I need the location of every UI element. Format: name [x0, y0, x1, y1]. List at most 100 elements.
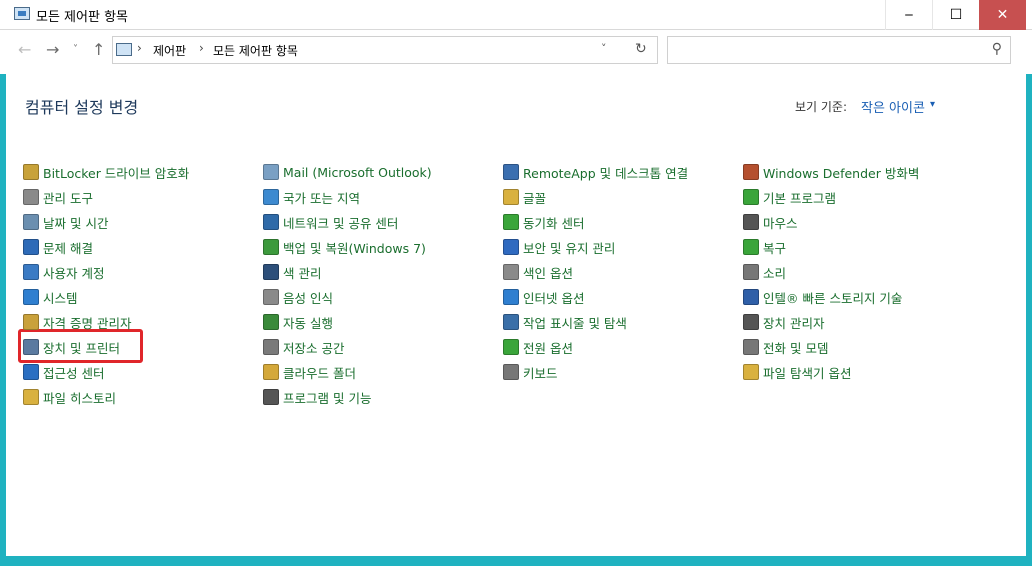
control-panel-item[interactable]: Mail (Microsoft Outlook) [263, 162, 432, 182]
back-arrow-icon[interactable]: ← [18, 40, 31, 59]
control-panel-item[interactable]: 국가 또는 지역 [263, 187, 360, 207]
control-panel-item[interactable]: 작업 표시줄 및 탐색 [503, 312, 627, 332]
control-panel-item-label[interactable]: 장치 관리자 [763, 313, 824, 332]
control-panel-item-label[interactable]: 저장소 공간 [283, 338, 344, 357]
control-panel-item-label[interactable]: 프로그램 및 기능 [283, 388, 371, 407]
control-panel-item[interactable]: 시스템 [23, 287, 78, 307]
control-panel-item-label[interactable]: Mail (Microsoft Outlook) [283, 165, 432, 180]
control-panel-item-label[interactable]: 키보드 [523, 363, 558, 382]
control-panel-item[interactable]: 색인 옵션 [503, 262, 573, 282]
control-panel-item-label[interactable]: 사용자 계정 [43, 263, 104, 282]
control-panel-item-label[interactable]: 작업 표시줄 및 탐색 [523, 313, 627, 332]
control-panel-item[interactable]: RemoteApp 및 데스크톱 연결 [503, 162, 688, 182]
control-panel-item-label[interactable]: 마우스 [763, 213, 798, 232]
control-panel-item-label[interactable]: 파일 탐색기 옵션 [763, 363, 851, 382]
control-panel-item-label[interactable]: 색인 옵션 [523, 263, 573, 282]
control-panel-item-label[interactable]: 전화 및 모뎀 [763, 338, 828, 357]
control-panel-item-label[interactable]: 복구 [763, 238, 786, 257]
chevron-down-icon[interactable]: ▾ [930, 99, 935, 110]
control-panel-item[interactable]: BitLocker 드라이브 암호화 [23, 162, 189, 182]
control-panel-item-label[interactable]: 동기화 센터 [523, 213, 584, 232]
control-panel-item[interactable]: 소리 [743, 262, 786, 282]
control-panel-item-label[interactable]: 클라우드 폴더 [283, 363, 356, 382]
control-panel-item-label[interactable]: 날짜 및 시간 [43, 213, 108, 232]
control-panel-item-label[interactable]: 자동 실행 [283, 313, 333, 332]
search-input[interactable]: ⚲ [667, 36, 1011, 64]
control-panel-item[interactable]: 보안 및 유지 관리 [503, 237, 615, 257]
control-panel-item-label[interactable]: Windows Defender 방화벽 [763, 163, 919, 182]
control-panel-item-label[interactable]: 글꼴 [523, 188, 546, 207]
maximize-button[interactable]: ☐ [932, 0, 979, 30]
breadcrumb-separator-icon[interactable]: › [137, 41, 142, 55]
bitlocker-icon [23, 164, 39, 180]
control-panel-item[interactable]: 문제 해결 [23, 237, 93, 257]
control-panel-item[interactable]: 백업 및 복원(Windows 7) [263, 237, 426, 257]
control-panel-item[interactable]: 사용자 계정 [23, 262, 104, 282]
control-panel-item[interactable]: 날짜 및 시간 [23, 212, 108, 232]
address-bar[interactable]: › 제어판 › 모든 제어판 항목 ˅ ↻ [112, 36, 658, 64]
control-panel-item[interactable]: 기본 프로그램 [743, 187, 836, 207]
control-panel-item-label[interactable]: 백업 및 복원(Windows 7) [283, 238, 426, 257]
control-panel-item[interactable]: Windows Defender 방화벽 [743, 162, 919, 182]
control-panel-item-label[interactable]: RemoteApp 및 데스크톱 연결 [523, 163, 688, 182]
control-panel-item-label[interactable]: 파일 히스토리 [43, 388, 116, 407]
breadcrumb-separator-icon[interactable]: › [199, 41, 204, 55]
control-panel-item-label[interactable]: 인터넷 옵션 [523, 288, 584, 307]
control-panel-item[interactable]: 장치 관리자 [743, 312, 824, 332]
control-panel-item-label[interactable]: 네트워크 및 공유 센터 [283, 213, 398, 232]
internet-icon [503, 289, 519, 305]
chevron-down-icon[interactable]: ˅ [601, 42, 607, 55]
close-button[interactable]: ✕ [979, 0, 1026, 30]
control-panel-item-label[interactable]: BitLocker 드라이브 암호화 [43, 163, 189, 182]
control-panel-item[interactable]: 파일 히스토리 [23, 387, 116, 407]
control-panel-item-label[interactable]: 전원 옵션 [523, 338, 573, 357]
control-panel-item[interactable]: 네트워크 및 공유 센터 [263, 212, 398, 232]
minimize-button[interactable]: ‒ [885, 0, 932, 30]
control-panel-item-label[interactable]: 인텔® 빠른 스토리지 기술 [763, 288, 902, 307]
control-panel-item-label[interactable]: 색 관리 [283, 263, 321, 282]
control-panel-item[interactable]: 전화 및 모뎀 [743, 337, 828, 357]
control-panel-item[interactable]: 색 관리 [263, 262, 321, 282]
control-panel-item-label[interactable]: 접근성 센터 [43, 363, 104, 382]
recent-locations-icon[interactable]: ˅ [73, 44, 78, 55]
control-panel-item-label[interactable]: 관리 도구 [43, 188, 93, 207]
control-panel-item[interactable]: 프로그램 및 기능 [263, 387, 371, 407]
control-panel-item[interactable]: 인터넷 옵션 [503, 287, 584, 307]
control-panel-item-label[interactable]: 자격 증명 관리자 [43, 313, 131, 332]
control-panel-item[interactable]: 관리 도구 [23, 187, 93, 207]
control-panel-item-label[interactable]: 음성 인식 [283, 288, 333, 307]
up-arrow-icon[interactable]: ↑ [92, 40, 105, 59]
control-panel-item-label[interactable]: 시스템 [43, 288, 78, 307]
control-panel-item[interactable]: 자동 실행 [263, 312, 333, 332]
control-panel-icon [116, 43, 132, 56]
control-panel-item[interactable]: 동기화 센터 [503, 212, 584, 232]
control-panel-item[interactable]: 전원 옵션 [503, 337, 573, 357]
control-panel-item-label[interactable]: 국가 또는 지역 [283, 188, 360, 207]
folder-options-icon [743, 364, 759, 380]
control-panel-item[interactable]: 저장소 공간 [263, 337, 344, 357]
control-panel-item[interactable]: 자격 증명 관리자 [23, 312, 131, 332]
control-panel-item[interactable]: 장치 및 프린터 [23, 337, 120, 357]
control-panel-item[interactable]: 키보드 [503, 362, 558, 382]
breadcrumb-control-panel[interactable]: 제어판 [153, 42, 186, 59]
breadcrumb-all-items[interactable]: 모든 제어판 항목 [213, 42, 298, 59]
control-panel-item[interactable]: 클라우드 폴더 [263, 362, 356, 382]
control-panel-item[interactable]: 복구 [743, 237, 786, 257]
view-by-dropdown[interactable]: 작은 아이콘 [861, 97, 925, 116]
search-icon[interactable]: ⚲ [992, 41, 1002, 57]
programs-icon [263, 389, 279, 405]
control-panel-item[interactable]: 파일 탐색기 옵션 [743, 362, 851, 382]
control-panel-item[interactable]: 인텔® 빠른 스토리지 기술 [743, 287, 902, 307]
forward-arrow-icon[interactable]: → [46, 40, 59, 59]
control-panel-item-label[interactable]: 보안 및 유지 관리 [523, 238, 615, 257]
control-panel-item[interactable]: 마우스 [743, 212, 798, 232]
control-panel-item[interactable]: 음성 인식 [263, 287, 333, 307]
control-panel-item[interactable]: 글꼴 [503, 187, 546, 207]
control-panel-item-label[interactable]: 기본 프로그램 [763, 188, 836, 207]
control-panel-item-label[interactable]: 장치 및 프린터 [43, 338, 120, 357]
indexing-icon [503, 264, 519, 280]
control-panel-item-label[interactable]: 소리 [763, 263, 786, 282]
refresh-icon[interactable]: ↻ [635, 41, 647, 57]
control-panel-item-label[interactable]: 문제 해결 [43, 238, 93, 257]
control-panel-item[interactable]: 접근성 센터 [23, 362, 104, 382]
